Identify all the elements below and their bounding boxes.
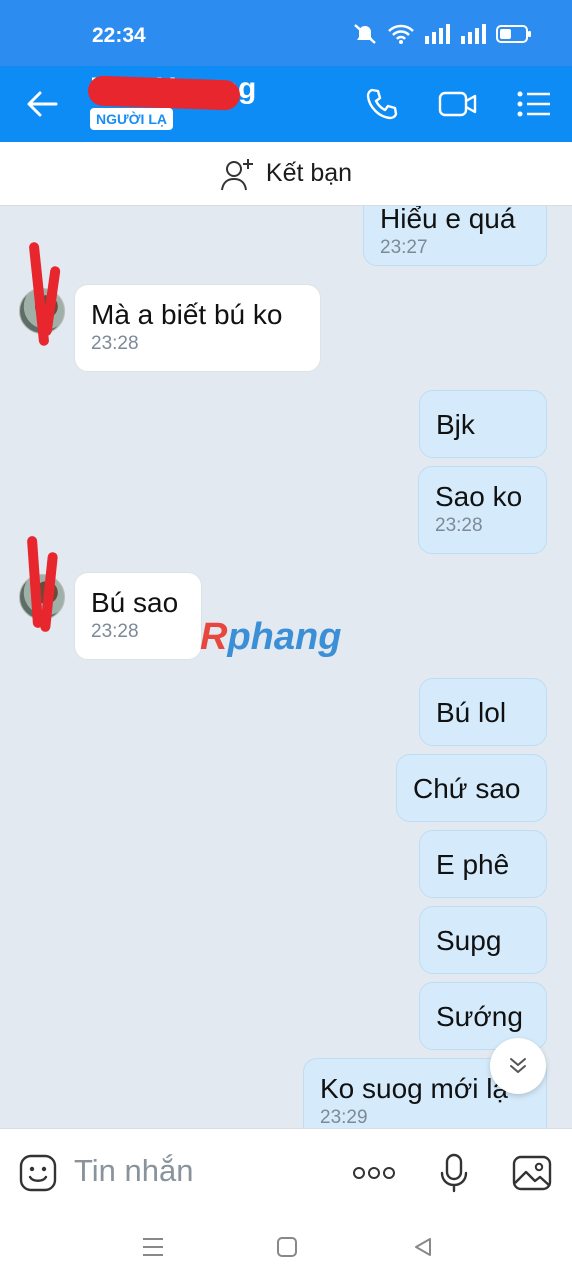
message-text: Sướng — [436, 1001, 523, 1032]
message-time: 23:28 — [91, 333, 139, 354]
watermark-logo: Rphang — [200, 616, 341, 659]
watermark-rest: phang — [227, 616, 342, 658]
signal-icon-2 — [461, 24, 486, 44]
message-bubble-incoming[interactable]: Mà a biết bú ko 23:28 — [74, 284, 321, 372]
mute-icon — [354, 24, 376, 44]
message-bubble-outgoing[interactable]: Supg — [419, 906, 547, 974]
message-text: Hiểu e quá — [380, 206, 516, 234]
message-text: Sao ko — [435, 481, 523, 512]
microphone-icon — [440, 1153, 468, 1193]
status-time: 22:34 — [92, 24, 146, 47]
voice-button[interactable] — [434, 1153, 474, 1193]
redaction-scribble — [87, 75, 241, 111]
triangle-back-icon — [415, 1238, 431, 1256]
system-nav-bar — [0, 1214, 572, 1280]
image-icon — [512, 1155, 552, 1191]
add-user-icon — [220, 158, 253, 190]
message-text: E phê — [436, 849, 510, 880]
message-time: 23:28 — [91, 621, 139, 642]
back-button[interactable] — [22, 86, 62, 122]
more-button[interactable] — [352, 1153, 396, 1193]
message-text: Supg — [436, 925, 502, 956]
double-chevron-down-icon — [510, 1058, 526, 1073]
status-icons — [352, 23, 532, 45]
video-call-button[interactable] — [438, 86, 478, 122]
message-time: 23:28 — [435, 515, 483, 536]
scroll-to-bottom-button[interactable] — [490, 1038, 546, 1094]
more-dots-icon — [353, 1167, 395, 1179]
message-text: Mà a biết bú ko — [91, 299, 283, 330]
battery-icon — [496, 25, 531, 43]
message-input-bar: Tin nhắn — [0, 1128, 572, 1214]
emoji-icon — [19, 1154, 57, 1192]
chat-area[interactable]: Hiểu e quá 23:27 Mà a biết bú ko 23:28 B… — [0, 206, 572, 1128]
stranger-badge: NGƯỜI LẠ — [90, 108, 173, 130]
message-time: 23:29 — [320, 1107, 368, 1128]
options-button[interactable] — [514, 86, 554, 122]
watermark-r: R — [200, 616, 228, 658]
message-time: 23:27 — [380, 237, 428, 258]
message-input[interactable]: Tin nhắn — [74, 1153, 194, 1189]
video-camera-icon — [438, 91, 477, 117]
signal-icon-1 — [425, 24, 450, 44]
status-bar: 22:34 — [0, 0, 572, 66]
message-bubble-outgoing[interactable]: Hiểu e quá 23:27 — [363, 206, 547, 266]
menu-lines-icon — [143, 1238, 163, 1256]
message-text: Bú sao — [91, 587, 179, 618]
home-square-icon — [277, 1237, 297, 1257]
system-back-button[interactable] — [408, 1232, 438, 1262]
home-button[interactable] — [272, 1232, 302, 1262]
message-bubble-incoming[interactable]: Bú sao 23:28 — [74, 572, 202, 660]
arrow-left-icon — [27, 91, 58, 117]
message-text: Bjk — [436, 409, 475, 440]
message-bubble-outgoing[interactable]: Bjk — [419, 390, 547, 458]
call-button[interactable] — [362, 86, 402, 122]
image-button[interactable] — [512, 1153, 552, 1193]
message-bubble-outgoing[interactable]: Sao ko 23:28 — [418, 466, 547, 554]
wifi-icon — [388, 24, 414, 44]
message-bubble-outgoing[interactable]: Chứ sao — [396, 754, 547, 822]
recents-button[interactable] — [138, 1232, 168, 1262]
list-menu-icon — [517, 91, 550, 117]
message-text: Bú lol — [436, 697, 507, 728]
phone-icon — [366, 88, 398, 120]
message-text: Chứ sao — [413, 773, 521, 804]
message-bubble-outgoing[interactable]: Bú lol — [419, 678, 547, 746]
add-friend-label: Kết bạn — [265, 159, 353, 187]
chat-header: Kim Hương NGƯỜI LẠ — [0, 66, 572, 142]
emoji-button[interactable] — [18, 1153, 58, 1193]
add-friend-button[interactable]: Kết bạn — [0, 142, 572, 206]
message-bubble-outgoing[interactable]: E phê — [419, 830, 547, 898]
